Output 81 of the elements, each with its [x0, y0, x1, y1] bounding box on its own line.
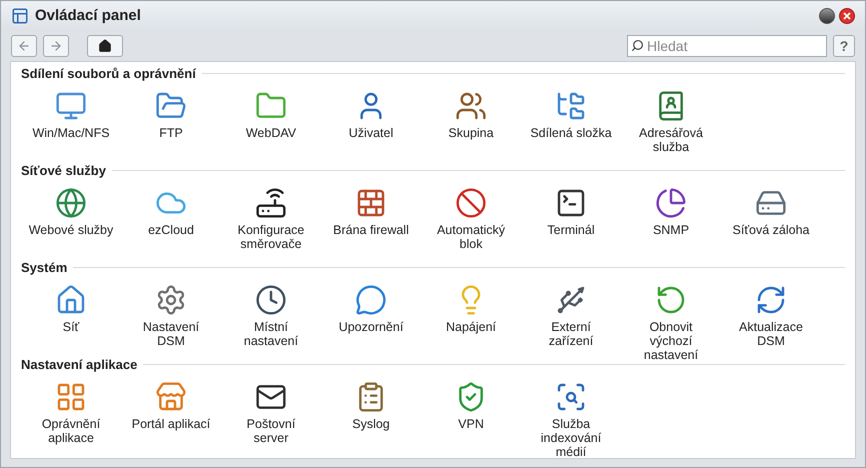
- section-heading: Sdílení souborů a oprávnění: [21, 65, 196, 83]
- item-label: Syslog: [351, 416, 391, 430]
- house-icon: [98, 39, 112, 53]
- forward-button[interactable]: [43, 35, 69, 57]
- item-label: Win/Mac/NFS: [31, 126, 111, 140]
- control-panel-item[interactable]: Terminál: [521, 186, 621, 250]
- item-label: Skupina: [447, 126, 495, 140]
- item-label: Síť: [62, 320, 80, 334]
- control-panel-item[interactable]: Poštovní server: [221, 380, 321, 458]
- help-button[interactable]: ?: [833, 35, 855, 57]
- house-icon: [55, 284, 87, 316]
- ban-icon: [455, 186, 487, 218]
- control-panel-item[interactable]: Adresářová služba: [621, 90, 721, 154]
- item-label: Webové služby: [28, 222, 114, 236]
- minimize-button[interactable]: [819, 8, 835, 24]
- control-panel-item[interactable]: VPN: [421, 380, 521, 458]
- item-label: Místní nastavení: [242, 320, 300, 348]
- control-panel-item[interactable]: FTP: [121, 90, 221, 154]
- control-panel-item[interactable]: Brána firewall: [321, 186, 421, 250]
- item-label: Uživatel: [348, 126, 394, 140]
- control-panel-item[interactable]: Portál aplikací: [121, 380, 221, 458]
- home-button[interactable]: [87, 35, 123, 57]
- control-panel-item[interactable]: Upozornění: [321, 284, 421, 362]
- item-label: SNMP: [652, 222, 690, 236]
- item-label: Aktualizace DSM: [738, 320, 804, 348]
- control-panel-item[interactable]: Externí zařízení: [521, 284, 621, 362]
- control-panel-item[interactable]: WebDAV: [221, 90, 321, 154]
- pie-chart-icon: [655, 186, 687, 218]
- item-label: Konfigurace směrovače: [236, 222, 306, 250]
- item-label: Poštovní server: [246, 416, 296, 444]
- control-panel-item[interactable]: Skupina: [421, 90, 521, 154]
- item-label: Oprávnění aplikace: [40, 416, 102, 444]
- close-button[interactable]: [839, 8, 855, 24]
- item-label: Sdílená složka: [529, 126, 613, 140]
- control-panel-item[interactable]: Konfigurace směrovače: [221, 186, 321, 250]
- section-heading: Systém: [21, 259, 68, 277]
- control-panel-item[interactable]: Win/Mac/NFS: [21, 90, 121, 154]
- item-label: Brána firewall: [332, 222, 410, 236]
- item-label: Upozornění: [338, 320, 404, 334]
- control-panel-item[interactable]: Napájení: [421, 284, 521, 362]
- speech-bubble-icon: [355, 284, 387, 316]
- item-label: Externí zařízení: [548, 320, 594, 348]
- forward-arrow-icon: [49, 39, 63, 53]
- search-icon: [631, 39, 644, 52]
- control-panel-item[interactable]: Syslog: [321, 380, 421, 458]
- control-panel-item[interactable]: Služba indexování médií: [521, 380, 621, 458]
- clock-icon: [255, 284, 287, 316]
- item-label: Napájení: [444, 320, 498, 334]
- close-icon: [843, 12, 851, 20]
- control-panel-item[interactable]: Oprávnění aplikace: [21, 380, 121, 458]
- item-label: Adresářová služba: [638, 126, 704, 154]
- globe-icon: [55, 186, 87, 218]
- control-panel-item[interactable]: Webové služby: [21, 186, 121, 250]
- control-panel-icon: [11, 7, 29, 25]
- window-title: Ovládací panel: [35, 6, 141, 26]
- control-panel-item[interactable]: Síťová záloha: [721, 186, 821, 250]
- item-label: WebDAV: [244, 126, 298, 140]
- control-panel-item[interactable]: Automatický blok: [421, 186, 521, 250]
- control-panel-item[interactable]: Místní nastavení: [221, 284, 321, 362]
- item-label: Služba indexování médií: [540, 416, 602, 458]
- item-label: Automatický blok: [436, 222, 506, 250]
- item-label: Terminál: [546, 222, 596, 236]
- store-icon: [155, 380, 187, 412]
- control-panel-item[interactable]: Uživatel: [321, 90, 421, 154]
- item-label: Portál aplikací: [130, 416, 212, 430]
- item-label: FTP: [158, 126, 184, 140]
- section-heading: Síťové služby: [21, 162, 106, 180]
- control-panel-item[interactable]: Sdílená složka: [521, 90, 621, 154]
- item-label: VPN: [457, 416, 485, 430]
- control-panel-item[interactable]: ezCloud: [121, 186, 221, 250]
- search-field[interactable]: Hledat: [627, 35, 827, 57]
- control-panel-item[interactable]: Aktualizace DSM: [721, 284, 821, 362]
- item-label: Obnovit výchozí nastavení: [642, 320, 700, 362]
- control-panel-item[interactable]: SNMP: [621, 186, 721, 250]
- item-label: Síťová záloha: [732, 222, 810, 236]
- back-button[interactable]: [11, 35, 37, 57]
- control-panel-item[interactable]: Obnovit výchozí nastavení: [621, 284, 721, 362]
- item-label: Nastavení DSM: [142, 320, 200, 348]
- router-icon: [255, 186, 287, 218]
- gear-icon: [155, 284, 187, 316]
- item-label: ezCloud: [147, 222, 195, 236]
